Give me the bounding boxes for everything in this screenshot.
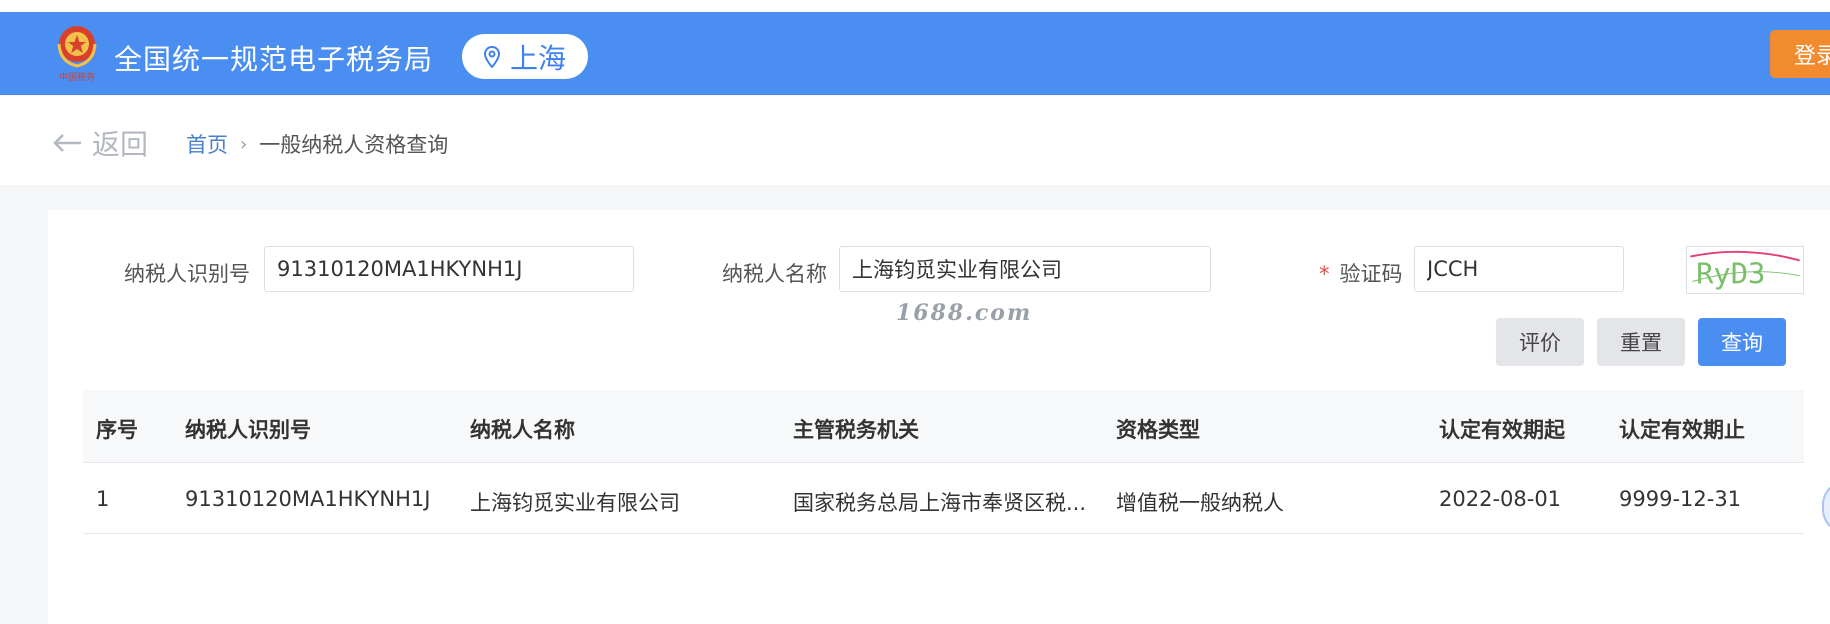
taxpayer-name-input[interactable]	[839, 246, 1211, 292]
captcha-label: * 验证码	[1319, 258, 1403, 288]
column-header-taxpayer-name: 纳税人名称	[470, 418, 575, 442]
top-strip	[0, 0, 1830, 12]
breadcrumb: 首页 › 一般纳税人资格查询	[186, 129, 448, 159]
tax-emblem-logo: 中国税务	[57, 26, 97, 83]
taxpayer-name-label: 纳税人名称	[722, 262, 827, 286]
reset-button[interactable]: 重置	[1597, 318, 1685, 366]
column-header-valid-to: 认定有效期止	[1619, 418, 1745, 442]
cell-valid-to: 9999-12-31	[1619, 487, 1742, 511]
column-header-qualification-type: 资格类型	[1116, 418, 1200, 442]
column-header-index: 序号	[96, 418, 138, 442]
back-button[interactable]: 返回	[52, 123, 148, 163]
table-header: 序号 纳税人识别号 纳税人名称 主管税务机关 资格类型 认定有效期起 认定有效期…	[83, 390, 1804, 463]
column-header-taxpayer-id: 纳税人识别号	[185, 418, 311, 442]
cell-index: 1	[96, 487, 110, 511]
query-panel: 纳税人识别号 纳税人名称 * 验证码 RyD3 1688.com 评价 重置 查询…	[48, 210, 1830, 624]
breadcrumb-current: 一般纳税人资格查询	[259, 133, 449, 157]
taxpayer-id-input[interactable]	[264, 246, 634, 292]
login-button[interactable]: 登录	[1770, 30, 1830, 78]
cell-taxpayer-id: 91310120MA1HKYNH1J	[185, 487, 431, 511]
back-label: 返回	[92, 128, 149, 161]
column-header-tax-authority: 主管税务机关	[793, 418, 919, 442]
query-button[interactable]: 查询	[1698, 318, 1786, 366]
evaluate-button[interactable]: 评价	[1496, 318, 1584, 366]
chevron-right-icon: ›	[240, 133, 248, 155]
location-label: 上海	[509, 41, 566, 75]
required-mark: *	[1319, 262, 1330, 286]
column-header-valid-from: 认定有效期起	[1439, 418, 1565, 442]
cell-valid-from: 2022-08-01	[1439, 487, 1562, 511]
captcha-text: RyD3	[1696, 256, 1765, 290]
location-selector[interactable]: 上海	[462, 34, 588, 79]
site-header: 中国税务 全国统一规范电子税务局 上海 登录	[0, 12, 1830, 95]
cell-qualification-type: 增值税一般纳税人	[1116, 491, 1284, 515]
captcha-image[interactable]: RyD3	[1686, 246, 1804, 294]
cell-tax-authority: 国家税务总局上海市奉贤区税...	[793, 491, 1087, 515]
taxpayer-id-label: 纳税人识别号	[124, 262, 250, 286]
site-title: 全国统一规范电子税务局	[114, 43, 434, 76]
table-row: 1 91310120MA1HKYNH1J 上海钧觅实业有限公司 国家税务总局上海…	[83, 463, 1804, 534]
watermark: 1688.com	[896, 300, 1033, 326]
emblem-text: 中国税务	[59, 71, 95, 83]
captcha-label-text: 验证码	[1339, 262, 1403, 286]
cell-taxpayer-name: 上海钧觅实业有限公司	[470, 491, 680, 515]
captcha-input[interactable]	[1414, 246, 1624, 292]
breadcrumb-home[interactable]: 首页	[186, 129, 228, 159]
arrow-left-icon	[53, 134, 81, 152]
map-pin-icon	[483, 45, 500, 68]
navbar: 返回 首页 › 一般纳税人资格查询	[0, 95, 1830, 185]
